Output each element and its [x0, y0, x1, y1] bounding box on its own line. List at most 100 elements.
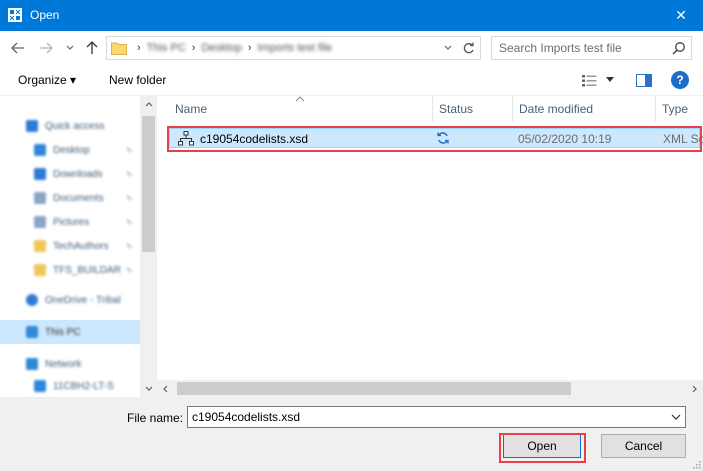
column-header-type[interactable]: Type — [656, 96, 703, 122]
search-box[interactable] — [491, 36, 692, 60]
view-options-dropdown[interactable] — [606, 77, 614, 82]
up-button[interactable] — [84, 40, 100, 56]
app-icon — [8, 8, 22, 22]
forward-button[interactable] — [38, 40, 54, 56]
nav-item-label: Documents — [53, 192, 104, 204]
nav-item-label: Pictures — [53, 216, 90, 228]
nav-item-tfs-buildar[interactable]: TFS_BUILDAR ✎ — [0, 258, 140, 282]
preview-pane-button[interactable] — [636, 74, 652, 87]
network-icon — [26, 358, 38, 370]
help-button[interactable]: ? — [671, 71, 689, 89]
nav-item-label: Desktop — [53, 144, 90, 156]
change-view-button[interactable] — [582, 75, 598, 87]
open-button-highlight — [499, 433, 586, 463]
file-name-combobox[interactable] — [187, 406, 686, 428]
nav-item-network[interactable]: Network — [0, 352, 140, 376]
preview-pane-icon — [636, 74, 652, 87]
computer-icon — [34, 380, 46, 392]
recent-locations-button[interactable] — [62, 40, 78, 56]
nav-item-label: OneDrive - Tribal — [45, 294, 121, 306]
star-icon — [26, 120, 38, 132]
cancel-button[interactable]: Cancel — [601, 434, 686, 458]
scroll-up-button[interactable] — [140, 96, 157, 113]
nav-item-documents[interactable]: Documents ✎ — [0, 186, 140, 210]
pictures-icon — [34, 216, 46, 228]
file-name-label: File name: — [127, 411, 184, 425]
nav-item-downloads[interactable]: Downloads ✎ — [0, 162, 140, 186]
help-glyph: ? — [676, 73, 684, 87]
title-bar: Open ✕ — [0, 0, 703, 31]
nav-item-pictures[interactable]: Pictures ✎ — [0, 210, 140, 234]
file-list-horizontal-scrollbar[interactable] — [157, 380, 703, 397]
column-header-label: Type — [662, 102, 689, 116]
search-icon — [672, 42, 685, 55]
window-title: Open — [30, 8, 60, 22]
column-header-name[interactable]: Name — [169, 96, 433, 122]
chevron-down-icon — [145, 386, 152, 391]
new-folder-button[interactable]: New folder — [109, 73, 166, 87]
breadcrumb-this-pc[interactable]: This PC — [147, 42, 186, 54]
column-header-label: Date modified — [519, 102, 594, 116]
arrow-right-icon — [40, 42, 53, 54]
back-button[interactable] — [10, 40, 26, 56]
nav-item-onedrive[interactable]: OneDrive - Tribal — [0, 288, 140, 312]
column-header-date-modified[interactable]: Date modified — [513, 96, 656, 122]
breadcrumb-separator: › — [247, 42, 252, 54]
close-button[interactable]: ✕ — [659, 0, 703, 31]
arrow-up-icon — [86, 41, 98, 54]
command-bar: Organize ▾ New folder ? — [0, 65, 703, 96]
close-icon: ✕ — [675, 7, 687, 23]
scroll-thumb[interactable] — [177, 382, 571, 395]
help-icon: ? — [671, 71, 689, 89]
chevron-down-icon[interactable] — [670, 412, 682, 422]
breadcrumb-separator: › — [191, 42, 196, 54]
scroll-down-button[interactable] — [140, 380, 157, 397]
nav-item-this-pc[interactable]: This PC — [0, 320, 140, 344]
nav-item-network-computer[interactable]: 11CBH2-LT-S — [0, 374, 140, 397]
nav-item-quick-access[interactable]: Quick access — [0, 114, 140, 138]
nav-item-label: Quick access — [45, 120, 105, 132]
column-header-row: Name Status Date modified Type — [157, 96, 703, 122]
folder-icon — [111, 42, 127, 55]
computer-icon — [26, 326, 38, 338]
chevron-right-icon — [692, 385, 697, 392]
search-input[interactable] — [492, 37, 667, 59]
chevron-down-icon — [444, 45, 452, 50]
address-dropdown-button[interactable] — [442, 41, 454, 55]
address-bar[interactable]: › This PC › Desktop › Imports test file — [106, 36, 481, 60]
column-header-label: Name — [175, 102, 208, 116]
column-header-status[interactable]: Status — [433, 96, 513, 122]
navigation-pane[interactable]: Quick access Desktop ✎ Downloads ✎ Docum… — [0, 96, 156, 397]
chevron-down-icon — [66, 45, 74, 50]
nav-item-label: Downloads — [53, 168, 103, 180]
scroll-left-button[interactable] — [157, 380, 174, 397]
documents-icon — [34, 192, 46, 204]
nav-item-label: TechAuthors — [53, 240, 109, 252]
arrow-left-icon — [11, 42, 24, 54]
scroll-right-button[interactable] — [686, 380, 703, 397]
breadcrumb-desktop[interactable]: Desktop — [201, 42, 241, 54]
folder-icon — [34, 240, 46, 252]
nav-item-label: TFS_BUILDAR — [53, 264, 121, 276]
breadcrumb-imports-test-file[interactable]: Imports test file — [258, 42, 333, 54]
download-icon — [34, 168, 46, 180]
breadcrumb: › This PC › Desktop › Imports test file — [137, 41, 332, 55]
file-name-input[interactable] — [188, 407, 666, 427]
refresh-icon — [463, 42, 474, 53]
resize-grip-icon[interactable] — [691, 459, 701, 469]
nav-item-desktop[interactable]: Desktop ✎ — [0, 138, 140, 162]
refresh-button[interactable] — [460, 40, 476, 56]
caret-down-icon — [606, 77, 614, 82]
nav-item-techauthors[interactable]: TechAuthors ✎ — [0, 234, 140, 258]
dialog-footer: File name: Open Cancel — [0, 397, 703, 471]
pin-icon: ✎ — [126, 146, 133, 155]
file-row-highlight — [167, 126, 702, 152]
organize-button[interactable]: Organize ▾ — [18, 73, 76, 87]
pin-icon: ✎ — [126, 194, 133, 203]
view-list-icon — [582, 75, 597, 87]
folder-icon — [34, 264, 46, 276]
address-row: › This PC › Desktop › Imports test file — [0, 31, 703, 65]
chevron-up-icon — [145, 102, 152, 107]
scroll-thumb[interactable] — [142, 116, 155, 252]
nav-pane-scrollbar[interactable] — [140, 96, 157, 397]
